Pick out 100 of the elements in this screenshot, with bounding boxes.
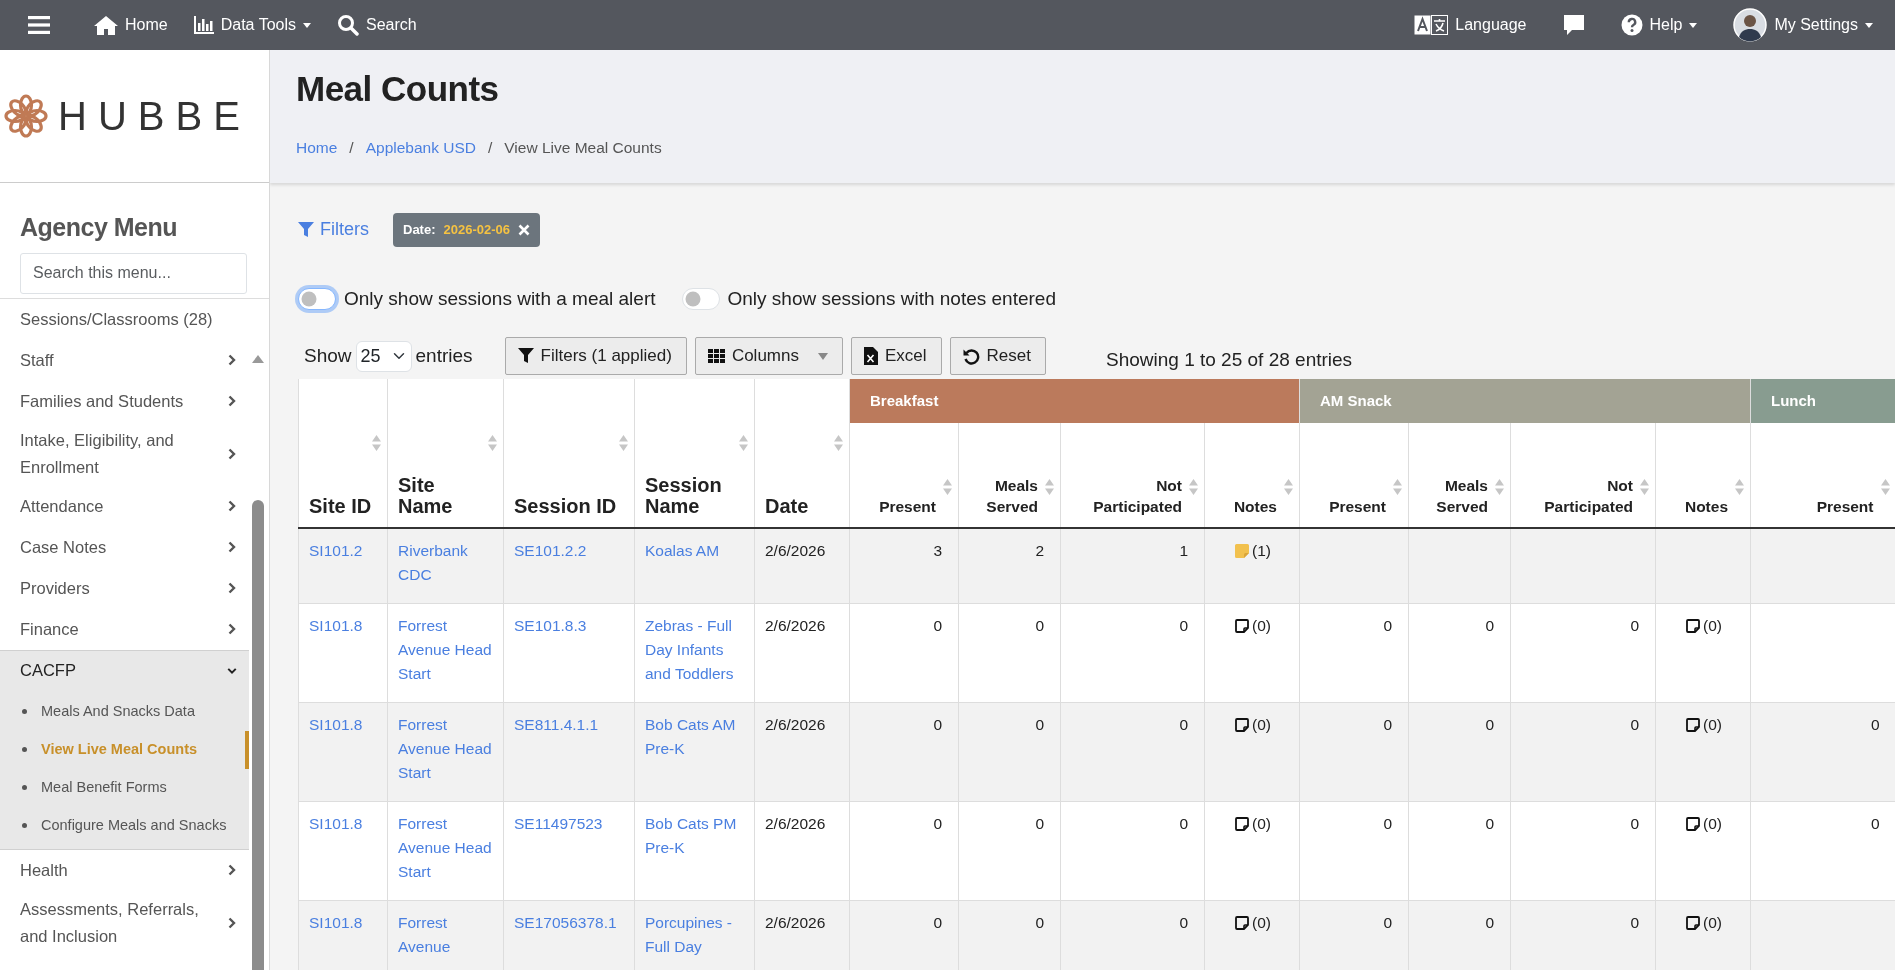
menu-item-label: Attendance	[20, 495, 104, 517]
menu-item-label: Case Notes	[20, 536, 107, 558]
notes-button[interactable]: (0)	[1235, 713, 1271, 737]
notes-button[interactable]: (0)	[1686, 713, 1722, 737]
submenu-label: View Live Meal Counts	[41, 739, 198, 759]
notes-button[interactable]: (0)	[1235, 911, 1271, 935]
table-cell: 2/6/2026	[754, 900, 850, 970]
table-link[interactable]: Forrest Avenue Head Start	[398, 614, 493, 686]
submenu-label: Meals And Snacks Data	[41, 701, 195, 721]
table-cell: 3	[849, 528, 959, 604]
page-size-select[interactable]: 25	[355, 340, 412, 372]
table-link[interactable]: Zebras - Full Day Infants and Toddlers	[645, 614, 744, 686]
menu-item-label: Finance	[20, 618, 79, 640]
group-header: Breakfast	[849, 379, 1300, 423]
table-cell: 0	[1510, 702, 1656, 802]
table-cell: 2/6/2026	[754, 702, 850, 802]
menu-item[interactable]: Finance	[0, 608, 249, 650]
table-cell: 0	[958, 603, 1061, 703]
text-label: entries	[415, 343, 473, 368]
table-cell: 0	[958, 702, 1061, 802]
search-field[interactable]: Search this menu...	[20, 252, 247, 294]
toggle-label: Only show sessions with notes entered	[727, 286, 1056, 311]
notes-button[interactable]: (0)	[1686, 812, 1722, 836]
submenu-label: Meal Benefit Forms	[41, 777, 167, 797]
table-cell: 2/6/2026	[754, 528, 850, 604]
table-cell: 0	[1060, 900, 1205, 970]
chip-value: 2026-02-06	[443, 221, 510, 239]
table-cell: 0	[1750, 702, 1895, 802]
table-cell: 2	[958, 528, 1061, 604]
table-link[interactable]: Bob Cats PM Pre-K	[645, 812, 744, 860]
toggle-label: Only show sessions with a meal alert	[344, 286, 656, 311]
menu-item[interactable]: Attendance	[0, 485, 249, 527]
table-cell: 0	[1750, 801, 1895, 901]
table-cell: 0	[849, 801, 959, 901]
page-title: Meal Counts	[296, 68, 500, 110]
table-cell: 0	[1299, 900, 1409, 970]
menu-item[interactable]: Case Notes	[0, 526, 249, 568]
table-link[interactable]: Forrest Avenue Head Start	[398, 812, 493, 884]
menu-item-label: Staff	[20, 349, 54, 371]
notes-button[interactable]: (0)	[1686, 614, 1722, 638]
notes-button[interactable]: (0)	[1235, 812, 1271, 836]
menu-item[interactable]: Staff	[0, 339, 249, 381]
table-cell: 0	[849, 603, 959, 703]
table-cell: 0	[1299, 702, 1409, 802]
table-link[interactable]: SE101.8.3	[514, 614, 624, 638]
nav-item[interactable]: Data Tools	[183, 0, 321, 50]
breadcrumb-separator: /	[487, 138, 493, 158]
table-cell: 0	[958, 900, 1061, 970]
breadcrumb-link[interactable]: Home	[296, 136, 338, 160]
entries-info: Showing 1 to 25 of 28 entries	[1106, 347, 1353, 372]
submenu-label: Configure Meals and Snacks	[41, 815, 227, 835]
table-cell: 0	[1408, 603, 1511, 703]
table-cell: 2/6/2026	[754, 603, 850, 703]
menu-item[interactable]: Assessments, Referrals, and Inclusion	[0, 890, 249, 955]
table-link[interactable]: SI101.8	[309, 614, 377, 638]
notes-button[interactable]: (0)	[1686, 911, 1722, 935]
breadcrumb-separator: /	[349, 138, 354, 158]
menu-item-label: Assessments, Referrals, and Inclusion	[20, 898, 200, 947]
table-cell: 0	[1299, 801, 1409, 901]
menu-item-label: Health	[20, 859, 68, 881]
table-cell: 2/6/2026	[754, 801, 850, 901]
toolbar-button[interactable]: Excel	[851, 337, 942, 375]
menu-heading: Agency Menu	[20, 212, 179, 243]
notes-button[interactable]: (0)	[1235, 614, 1271, 638]
notes-button[interactable]: (1)	[1235, 539, 1271, 563]
menu-item[interactable]: Families and Students	[0, 380, 249, 422]
table-cell: 0	[849, 900, 959, 970]
menu-item[interactable]: Intake, Eligibility, and Enrollment	[0, 421, 249, 486]
table-cell: 0	[958, 801, 1061, 901]
submenu-item[interactable]: Meals And Snacks Data	[0, 692, 249, 731]
toolbar-button[interactable]: Reset	[949, 337, 1046, 375]
table-cell: 1	[1060, 528, 1205, 604]
table-link[interactable]: SE11497523	[514, 812, 624, 836]
table-cell: 0	[1060, 603, 1205, 703]
nav-item[interactable]: Language	[1404, 0, 1537, 50]
menu-item[interactable]: Sessions/Classrooms (28)	[0, 298, 249, 340]
text-label: Show	[304, 343, 352, 368]
nav-item[interactable]: Search	[327, 0, 427, 50]
table-cell: 0	[1510, 603, 1656, 703]
menu-item-label: Families and Students	[20, 390, 184, 412]
menu-item[interactable]: Providers	[0, 567, 249, 609]
nav-item[interactable]: Help	[1610, 0, 1708, 50]
table-cell: 0	[1408, 900, 1511, 970]
menu-item[interactable]: CACFP	[0, 649, 249, 691]
table-cell: 0	[1060, 702, 1205, 802]
logo-text: HUBBE	[58, 93, 251, 140]
filters-link[interactable]: Filters	[298, 216, 369, 244]
toolbar-button[interactable]: Filters (1 applied)	[504, 337, 687, 375]
nav-item[interactable]: My Settings	[1723, 0, 1883, 50]
chip-label: Date:	[403, 221, 436, 239]
submenu-item[interactable]: Meal Benefit Forms	[0, 768, 249, 807]
table-cell: 0	[849, 702, 959, 802]
table-link[interactable]: SI101.8	[309, 812, 377, 836]
toolbar-button[interactable]: Columns	[694, 337, 843, 375]
group-header: Lunch	[1750, 379, 1895, 423]
menu-item-label: CACFP	[20, 660, 76, 681]
menu-item[interactable]: Health	[0, 849, 249, 891]
nav-item[interactable]: Home	[84, 0, 178, 50]
menu-item-label: Intake, Eligibility, and Enrollment	[20, 429, 175, 478]
submenu-item[interactable]: Configure Meals and Snacks	[0, 806, 249, 845]
